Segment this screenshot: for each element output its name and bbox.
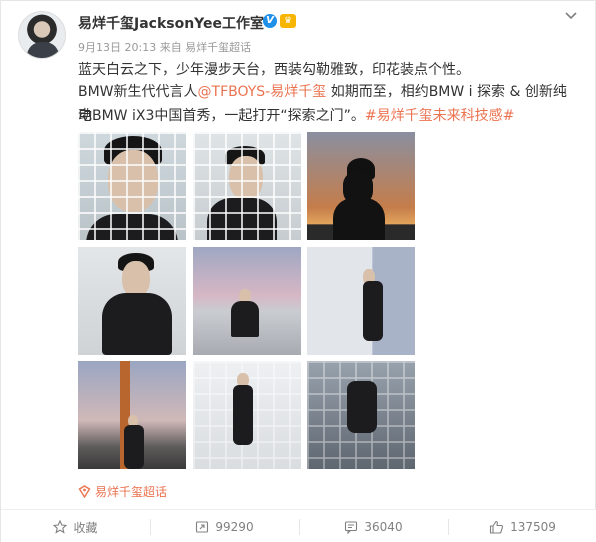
topic-link[interactable]: 易烊千玺超话 [78,483,167,500]
photo-thumbnail[interactable] [193,247,301,355]
avatar[interactable] [18,11,66,59]
photo-thumbnail[interactable] [307,247,415,355]
topic-label: 易烊千玺超话 [95,485,168,499]
repost-button[interactable]: 99290 [150,510,299,542]
repost-icon [196,521,209,533]
hashtag-link[interactable]: #易烊千玺未来科技感# [365,108,514,124]
post-meta[interactable]: 9月13日 20:13 来自 易烊千玺超话 [78,39,251,55]
photo-thumbnail[interactable] [307,361,415,469]
author-name[interactable]: 易烊千玺JacksonYee工作室 [78,13,264,33]
post-text-line-1: 蓝天白云之下，少年漫步天台，西装勾勒雅致，印花装点个性。 [78,62,470,78]
action-bar: 收藏 99290 36040 137509 [1,509,596,542]
mention-link[interactable]: @TFBOYS-易烊千玺 [198,84,327,100]
photo-thumbnail[interactable] [78,247,186,355]
repost-count: 99290 [215,520,254,534]
post-text-line-3-body: 动BMW iX3中国首秀，一起打开“探索之门”。 [78,108,365,124]
vip-badge-icon: ♛ [280,14,296,28]
favorite-label: 收藏 [73,520,98,535]
photo-thumbnail[interactable] [78,361,186,469]
comment-button[interactable]: 36040 [299,510,448,542]
comment-count: 36040 [364,520,403,534]
post-text-prefix: BMW新生代代言人 [78,84,198,100]
favorite-button[interactable]: 收藏 [1,510,150,542]
photo-thumbnail[interactable] [307,132,415,240]
photo-thumbnail[interactable] [193,361,301,469]
photo-grid [78,132,418,472]
weibo-post-card: 易烊千玺JacksonYee工作室 V ♛ 9月13日 20:13 来自 易烊千… [0,0,596,542]
chevron-down-icon[interactable] [564,9,578,23]
post-text-line-3: 动BMW iX3中国首秀，一起打开“探索之门”。#易烊千玺未来科技感# [78,104,568,128]
verified-badge-icon: V [263,14,277,28]
comment-icon [345,521,358,534]
photo-thumbnail[interactable] [78,132,186,240]
star-icon [53,520,68,534]
topic-icon [78,485,91,498]
like-icon [490,520,504,534]
like-count: 137509 [510,520,556,534]
like-button[interactable]: 137509 [448,510,596,542]
photo-thumbnail[interactable] [193,132,301,240]
